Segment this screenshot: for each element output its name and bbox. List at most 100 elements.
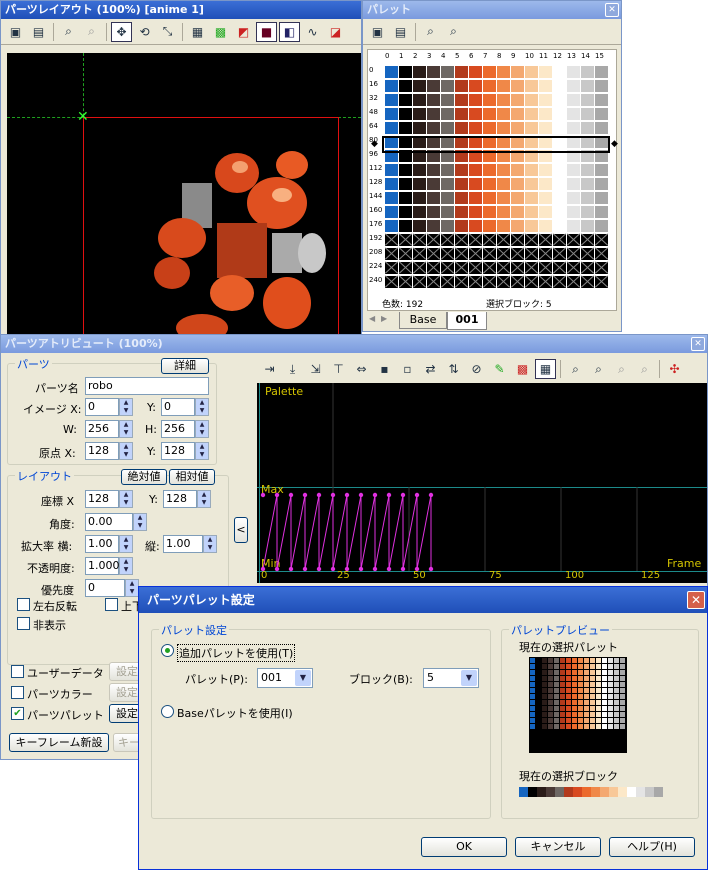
palette-color-cell[interactable] xyxy=(441,66,454,78)
palette-color-cell[interactable] xyxy=(385,276,398,288)
palette-color-cell[interactable] xyxy=(497,94,510,106)
palette-color-cell[interactable] xyxy=(469,164,482,176)
flip-v-checkbox[interactable] xyxy=(105,598,118,611)
palette-color-cell[interactable] xyxy=(413,94,426,106)
angle-input[interactable]: 0.00 xyxy=(85,513,133,531)
width-input[interactable]: 256 xyxy=(85,420,119,438)
palette-color-cell[interactable] xyxy=(497,108,510,120)
palette-color-cell[interactable] xyxy=(399,94,412,106)
palette-color-cell[interactable] xyxy=(595,234,608,246)
palette-color-cell[interactable] xyxy=(595,178,608,190)
palette-color-cell[interactable] xyxy=(441,192,454,204)
palette-color-cell[interactable] xyxy=(511,234,524,246)
palette-color-cell[interactable] xyxy=(525,94,538,106)
palette-color-cell[interactable] xyxy=(553,262,566,274)
palette-color-cell[interactable] xyxy=(581,234,594,246)
palette-color-cell[interactable] xyxy=(581,248,594,260)
palette-color-cell[interactable] xyxy=(567,206,580,218)
graph-panel[interactable]: Palette Max Min Frame 0 25 50 75 100 125 xyxy=(257,383,707,583)
palette-color-cell[interactable] xyxy=(525,80,538,92)
palette-color-cell[interactable] xyxy=(525,220,538,232)
palette-color-cell[interactable] xyxy=(581,192,594,204)
palette-color-cell[interactable] xyxy=(511,108,524,120)
palette-color-cell[interactable] xyxy=(553,94,566,106)
keyframe-new-button[interactable]: キーフレーム新設 xyxy=(9,733,109,752)
palette-color-cell[interactable] xyxy=(455,276,468,288)
zoom-out-icon[interactable]: ⌕ xyxy=(443,22,464,42)
palette-color-cell[interactable] xyxy=(469,248,482,260)
window-icon[interactable]: ▫ xyxy=(397,359,418,379)
layer-icon[interactable]: ◧ xyxy=(279,21,300,42)
palette-color-cell[interactable] xyxy=(567,276,580,288)
palette-color-cell[interactable] xyxy=(385,178,398,190)
palette-color-cell[interactable] xyxy=(595,220,608,232)
palette-color-cell[interactable] xyxy=(427,192,440,204)
open-folder-icon[interactable]: ▣ xyxy=(367,22,388,42)
palette-color-cell[interactable] xyxy=(511,276,524,288)
palette-color-cell[interactable] xyxy=(455,220,468,232)
palette-color-cell[interactable] xyxy=(427,220,440,232)
palette-color-cell[interactable] xyxy=(385,108,398,120)
palette-color-cell[interactable] xyxy=(469,122,482,134)
palette-color-cell[interactable] xyxy=(595,248,608,260)
move-icon[interactable]: ✥ xyxy=(111,21,132,42)
palette-color-cell[interactable] xyxy=(385,94,398,106)
palette-color-cell[interactable] xyxy=(427,122,440,134)
palette-color-cell[interactable] xyxy=(595,108,608,120)
palette-color-cell[interactable] xyxy=(581,80,594,92)
palette-color-cell[interactable] xyxy=(385,192,398,204)
dialog-close-icon[interactable]: ✕ xyxy=(687,591,705,609)
palette-color-cell[interactable] xyxy=(399,234,412,246)
palette-close-icon[interactable]: ✕ xyxy=(605,3,619,17)
palette-color-cell[interactable] xyxy=(441,178,454,190)
palette-color-cell[interactable] xyxy=(413,206,426,218)
palette-color-cell[interactable] xyxy=(483,262,496,274)
palette-color-cell[interactable] xyxy=(553,206,566,218)
tab-001[interactable]: 001 xyxy=(447,312,487,330)
palette-color-cell[interactable] xyxy=(511,206,524,218)
palette-color-cell[interactable] xyxy=(413,248,426,260)
palette-color-cell[interactable] xyxy=(581,178,594,190)
palette-color-cell[interactable] xyxy=(427,262,440,274)
curve-icon[interactable]: ∿ xyxy=(302,22,323,42)
palette-color-cell[interactable] xyxy=(567,262,580,274)
palette-color-cell[interactable] xyxy=(483,122,496,134)
palette-color-cell[interactable] xyxy=(427,276,440,288)
palette-color-cell[interactable] xyxy=(427,178,440,190)
palette-color-cell[interactable] xyxy=(525,248,538,260)
tab-base[interactable]: Base xyxy=(399,312,447,329)
palette-color-cell[interactable] xyxy=(455,234,468,246)
palette-color-cell[interactable] xyxy=(399,220,412,232)
palette-color-cell[interactable] xyxy=(539,206,552,218)
palette-color-cell[interactable] xyxy=(553,276,566,288)
graph-zoom-out-icon[interactable]: ⌕ xyxy=(611,359,632,379)
palette-color-cell[interactable] xyxy=(385,206,398,218)
palette-color-cell[interactable] xyxy=(595,262,608,274)
palette-color-cell[interactable] xyxy=(455,192,468,204)
width-spinner[interactable]: ▲ ▼ xyxy=(119,420,133,438)
palette-color-cell[interactable] xyxy=(497,276,510,288)
palette-color-cell[interactable] xyxy=(441,220,454,232)
palette-color-cell[interactable] xyxy=(483,66,496,78)
palette-graph-icon[interactable]: ▦ xyxy=(535,359,556,379)
palette-color-cell[interactable] xyxy=(553,66,566,78)
palette-color-cell[interactable] xyxy=(399,192,412,204)
palette-color-cell[interactable] xyxy=(497,192,510,204)
image-x-input[interactable]: 0 xyxy=(85,398,119,416)
palette-color-cell[interactable] xyxy=(413,80,426,92)
height-spinner[interactable]: ▲ ▼ xyxy=(195,420,209,438)
part-palette-checkbox[interactable]: ✔ xyxy=(11,707,24,720)
key-down-icon[interactable]: ⤓ xyxy=(282,359,303,379)
palette-color-cell[interactable] xyxy=(567,178,580,190)
palette-color-cell[interactable] xyxy=(539,276,552,288)
palette-color-cell[interactable] xyxy=(399,206,412,218)
graph-zoom-in-icon[interactable]: ⌕ xyxy=(565,359,586,379)
palette-color-cell[interactable] xyxy=(427,248,440,260)
palette-color-cell[interactable] xyxy=(427,94,440,106)
palette-color-cell[interactable] xyxy=(399,262,412,274)
palette-color-cell[interactable] xyxy=(567,220,580,232)
palette-color-cell[interactable] xyxy=(385,80,398,92)
palette-color-cell[interactable] xyxy=(455,178,468,190)
palette-color-cell[interactable] xyxy=(581,206,594,218)
palette-color-cell[interactable] xyxy=(469,108,482,120)
